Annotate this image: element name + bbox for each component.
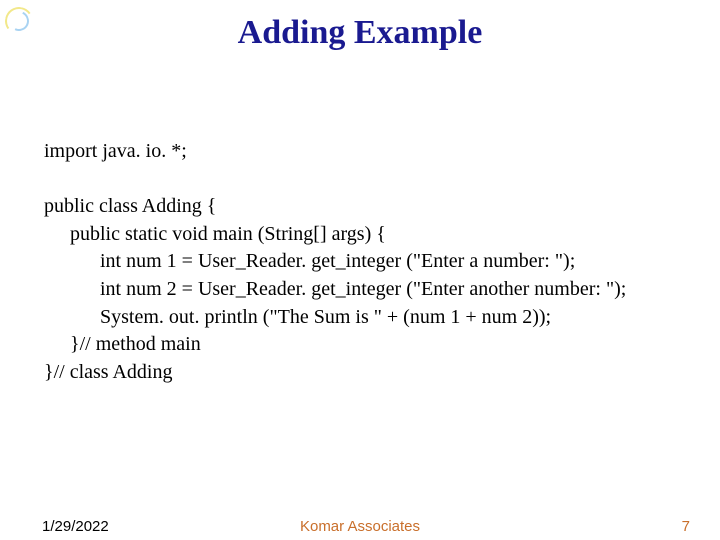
code-line: public static void main (String[] args) … (44, 221, 626, 249)
code-line: import java. io. *; (44, 138, 626, 166)
code-block: import java. io. *; public class Adding … (44, 138, 626, 386)
code-line: }// method main (44, 331, 626, 359)
footer-center: Komar Associates (0, 518, 720, 535)
code-line: }// class Adding (44, 359, 626, 387)
code-line: System. out. println ("The Sum is " + (n… (44, 304, 626, 332)
code-line: public class Adding { (44, 193, 626, 221)
footer-page-number: 7 (682, 518, 690, 535)
code-blank (44, 166, 626, 194)
corner-decoration (3, 5, 35, 37)
slide-title: Adding Example (0, 0, 720, 52)
code-line: int num 1 = User_Reader. get_integer ("E… (44, 248, 626, 276)
code-line: int num 2 = User_Reader. get_integer ("E… (44, 276, 626, 304)
